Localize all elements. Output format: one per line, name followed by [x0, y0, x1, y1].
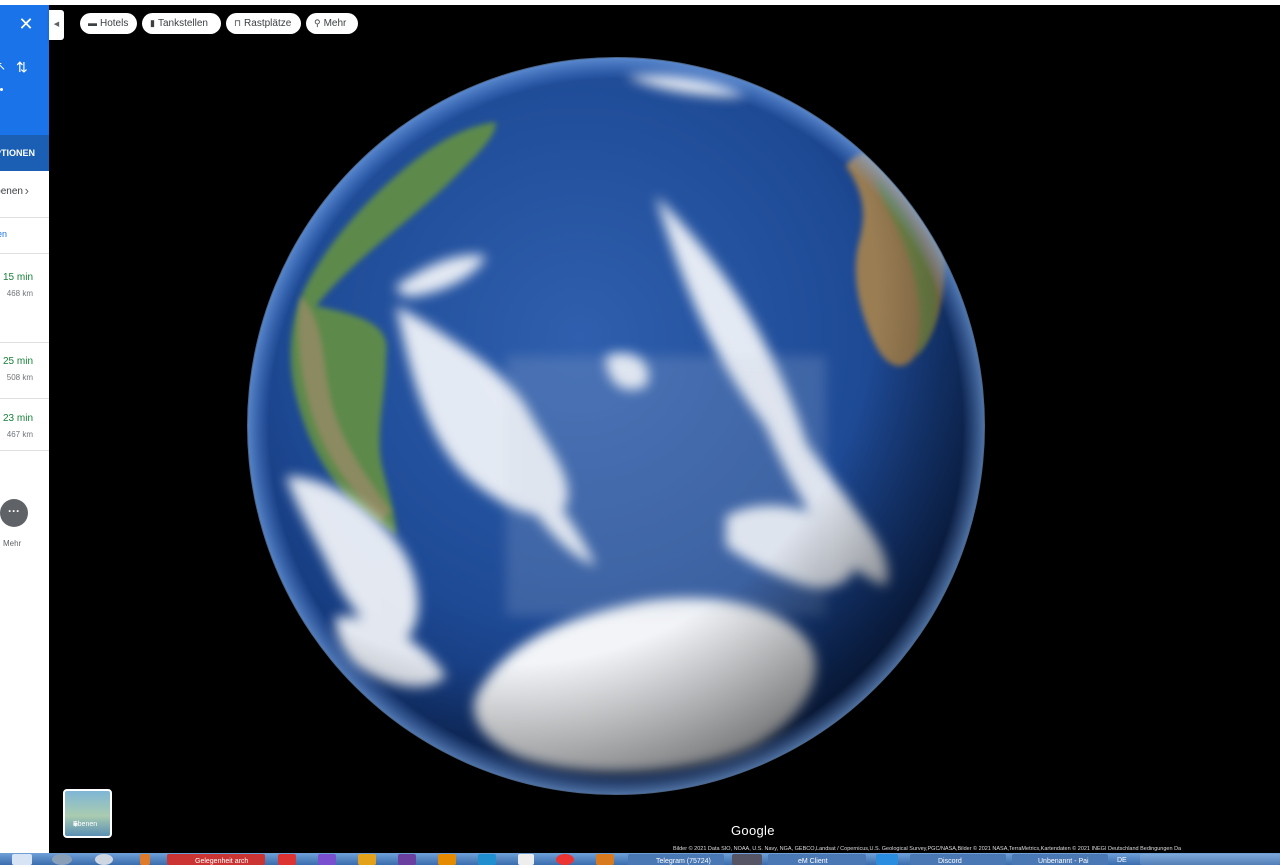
taskbar-icon[interactable] — [596, 854, 614, 865]
waypoint-dot — [0, 88, 3, 91]
taskbar-icon[interactable] — [278, 854, 296, 865]
more-label: Mehr — [3, 539, 22, 548]
route-distance: 467 km — [6, 430, 33, 439]
chip-more[interactable]: ⚲ Mehr — [306, 13, 358, 34]
system-tray — [1140, 854, 1280, 865]
collapse-panel-button[interactable]: ◀ — [49, 10, 64, 40]
more-dots-icon: ··· — [8, 504, 20, 518]
taskbar-item-1[interactable]: Gelegenheit arch — [167, 854, 265, 865]
route-time: 23 min — [2, 413, 33, 424]
taskbar-icon[interactable] — [732, 854, 762, 865]
os-taskbar: Gelegenheit arch Telegram (75724) eM Cli… — [0, 853, 1280, 865]
taskbar-icon[interactable] — [12, 854, 32, 865]
route-option-3[interactable]: 23 min 467 km — [0, 398, 49, 451]
details-link-row[interactable]: en — [0, 217, 49, 254]
options-label: OPTIONEN — [0, 148, 35, 158]
route-distance: 508 km — [6, 373, 33, 382]
arrow-icon: ↖ — [0, 59, 7, 73]
options-button[interactable]: OPTIONEN — [0, 135, 49, 171]
earth-globe[interactable] — [246, 56, 987, 796]
taskbar-icon[interactable] — [876, 854, 898, 865]
chevron-right-icon: › — [24, 183, 29, 198]
chip-hotels[interactable]: ▬ Hotels — [80, 13, 137, 34]
chip-gas-stations[interactable]: ▮ Tankstellen — [142, 13, 221, 34]
layers-row[interactable]: Ebenen › — [0, 171, 49, 218]
taskbar-icon[interactable] — [518, 854, 534, 865]
route-time: 25 min — [2, 356, 33, 367]
route-option-1[interactable]: 15 min 468 km — [0, 258, 49, 343]
taskbar-item-4[interactable]: Discord — [910, 854, 1006, 865]
atmosphere — [247, 57, 985, 795]
taskbar-icon[interactable] — [318, 854, 336, 865]
map-attribution: Bilder © 2021 Data SIO, NOAA, U.S. Navy,… — [673, 846, 1182, 852]
taskbar-label: Unbenannt - Pai — [1038, 858, 1089, 865]
taskbar-icon[interactable] — [398, 854, 416, 865]
directions-header: ✕ ↖ ⇅ — [0, 5, 49, 135]
taskbar-label: eM Client — [798, 858, 828, 865]
taskbar-item-2[interactable]: Telegram (75724) — [628, 854, 724, 865]
route-time: 15 min — [2, 272, 33, 283]
taskbar-icon[interactable] — [556, 854, 574, 865]
more-button[interactable]: ··· — [0, 499, 28, 527]
bed-icon: ▬ — [88, 18, 97, 28]
swap-directions-icon[interactable]: ⇅ — [16, 59, 28, 76]
taskbar-label: Gelegenheit arch — [195, 858, 249, 865]
taskbar-icon[interactable] — [140, 854, 150, 865]
chip-rest-areas[interactable]: ⊓ Rastplätze — [226, 13, 301, 34]
taskbar-icon[interactable] — [358, 854, 376, 865]
gas-station-icon: ▮ — [150, 18, 155, 28]
taskbar-icon[interactable] — [478, 854, 496, 865]
top-border — [0, 0, 1280, 5]
directions-panel: ✕ ↖ ⇅ OPTIONEN Ebenen › en 15 min 468 km… — [0, 5, 49, 853]
taskbar-icon[interactable] — [52, 854, 72, 865]
taskbar-label: Telegram (75724) — [656, 858, 711, 865]
taskbar-item-5[interactable]: Unbenannt - Pai — [1012, 854, 1108, 865]
language-indicator[interactable]: DE — [1117, 857, 1127, 864]
car-icon: ⊓ — [234, 18, 242, 28]
taskbar-icon[interactable] — [438, 854, 456, 865]
chip-label: Mehr — [323, 18, 347, 29]
route-option-2[interactable]: 25 min 508 km — [0, 342, 49, 399]
route-distance: 468 km — [6, 289, 33, 298]
taskbar-item-3[interactable]: eM Client — [768, 854, 866, 865]
details-link[interactable]: en — [0, 229, 7, 239]
chip-label: Hotels — [100, 18, 129, 29]
chip-label: Tankstellen — [157, 18, 208, 29]
taskbar-icon[interactable] — [95, 854, 113, 865]
layers-label-text: Ebenen — [73, 821, 98, 828]
layers-row-label: Ebenen — [0, 186, 23, 197]
layers-toggle[interactable]: ◈ Ebenen — [63, 789, 112, 838]
search-icon: ⚲ — [314, 18, 321, 28]
chip-label: Rastplätze — [244, 18, 292, 29]
google-logo: Google — [731, 823, 775, 838]
taskbar-label: Discord — [938, 858, 962, 865]
close-icon[interactable]: ✕ — [15, 13, 37, 35]
